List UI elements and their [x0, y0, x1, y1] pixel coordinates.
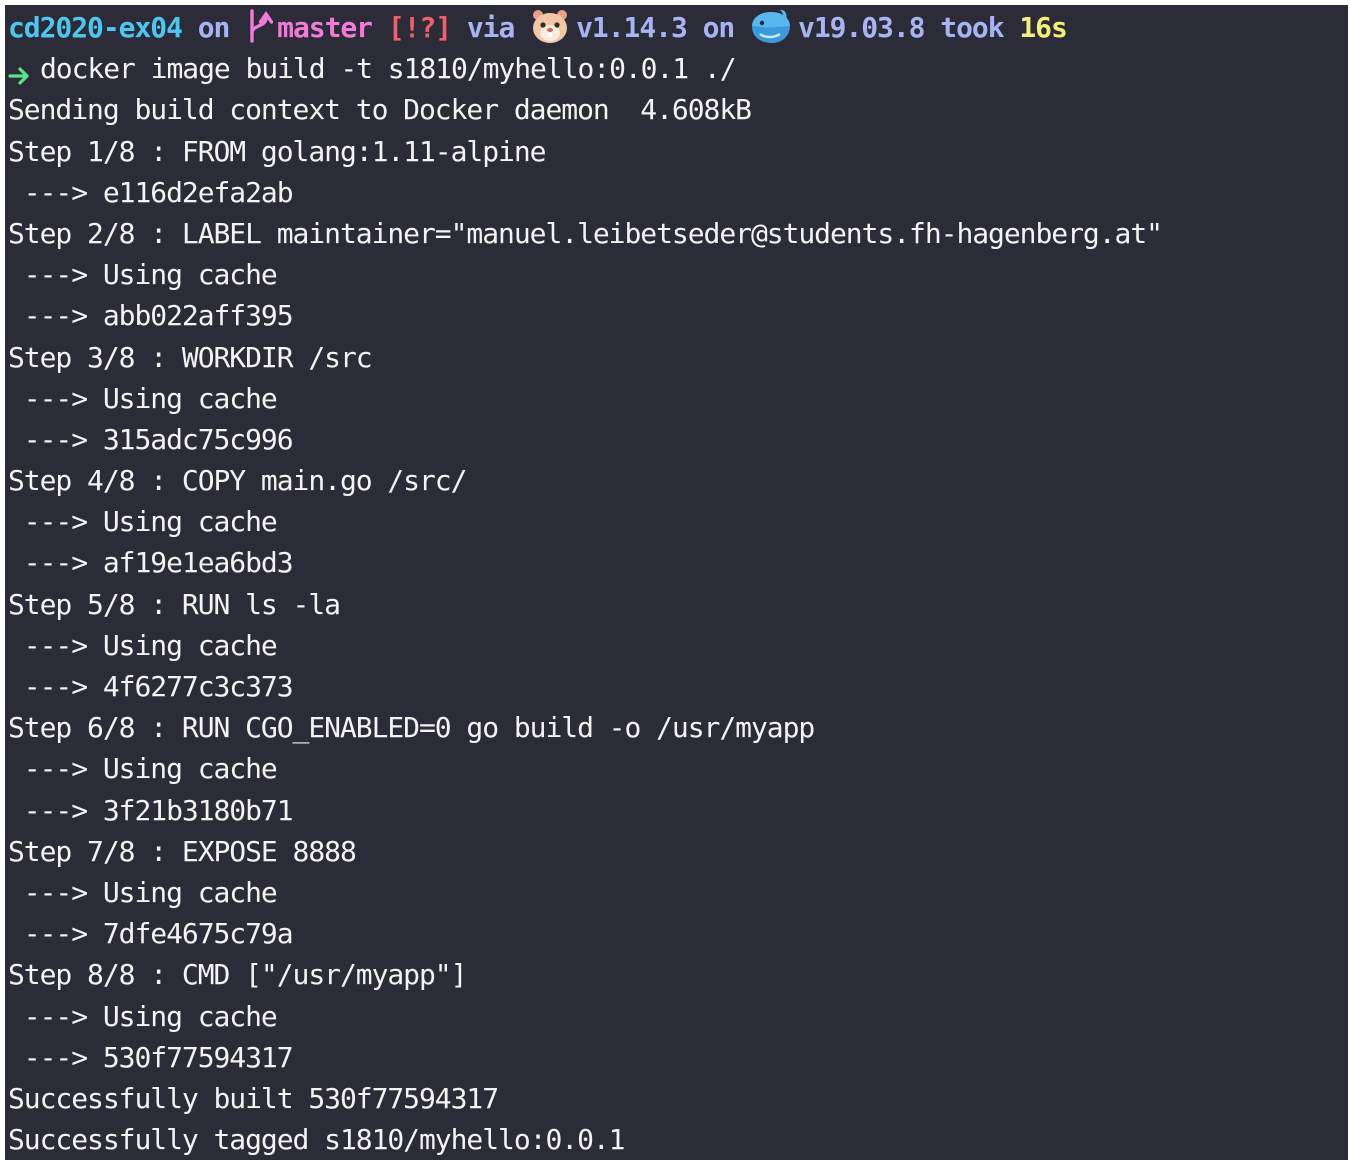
output-line: Step 7/8 : EXPOSE 8888	[8, 834, 357, 868]
output-line: Step 6/8 : RUN CGO_ENABLED=0 go build -o…	[8, 711, 815, 745]
output-line: Step 5/8 : RUN ls -la	[8, 587, 341, 621]
output-line: Successfully tagged s1810/myhello:0.0.1	[8, 1123, 626, 1157]
gopher-icon	[530, 8, 570, 44]
git-branch-icon	[245, 9, 274, 43]
command-line: docker image build -t s1810/myhello:0.0.…	[8, 48, 1162, 89]
output-line: ---> 7dfe4675c79a	[8, 917, 294, 951]
output-line: Step 1/8 : FROM golang:1.11-alpine	[8, 134, 547, 168]
output-line: ---> Using cache	[8, 381, 278, 415]
output-line: ---> Using cache	[8, 505, 278, 539]
output-line: Step 8/8 : CMD ["/usr/myapp"]	[8, 958, 467, 992]
terminal-window[interactable]: cd2020-ex04 on master [!?] via v1.14.3 o…	[5, 5, 1348, 1160]
output-line: Sending build context to Docker daemon 4…	[8, 93, 752, 127]
prompt-on-keyword-2: on	[702, 11, 736, 44]
output-line: ---> af19e1ea6bd3	[8, 546, 294, 580]
output-line: ---> Using cache	[8, 875, 278, 909]
output-line: Step 2/8 : LABEL maintainer="manuel.leib…	[8, 216, 1163, 250]
prompt-duration: 16s	[1019, 11, 1067, 44]
prompt-git-status: [!?]	[387, 11, 452, 44]
prompt-docker-version: v19.03.8	[798, 11, 926, 44]
output-line: ---> 3f21b3180b71	[8, 793, 294, 827]
output-line: Step 4/8 : COPY main.go /src/	[8, 464, 467, 498]
output-line: ---> Using cache	[8, 258, 278, 292]
output-line: ---> Using cache	[8, 752, 278, 786]
command-text: docker image build -t s1810/myhello:0.0.…	[40, 52, 737, 86]
prompt-on-keyword: on	[197, 11, 231, 44]
output-line: Step 3/8 : WORKDIR /src	[8, 340, 373, 374]
output-line: ---> 4f6277c3c373	[8, 670, 294, 703]
prompt-arrow-icon	[8, 57, 30, 85]
output-line: Successfully built 530f77594317	[8, 1081, 499, 1115]
prompt-via-keyword: via	[466, 11, 515, 44]
output-line: ---> Using cache	[8, 628, 278, 662]
output-line: ---> e116d2efa2ab	[8, 175, 294, 209]
prompt-line: cd2020-ex04 on master [!?] via v1.14.3 o…	[8, 7, 1162, 48]
output-line: ---> 530f77594317	[8, 1040, 294, 1074]
docker-whale-icon	[750, 8, 792, 44]
output-line: ---> 315adc75c996	[8, 422, 294, 456]
prompt-branch: master	[277, 11, 373, 44]
prompt-directory: cd2020-ex04	[8, 11, 183, 44]
prompt-took-keyword: took	[940, 11, 1004, 44]
prompt-go-version: v1.14.3	[576, 11, 688, 44]
output-line: ---> Using cache	[8, 999, 278, 1033]
terminal-output: cd2020-ex04 on master [!?] via v1.14.3 o…	[8, 7, 1163, 1160]
output-line: ---> abb022aff395	[8, 299, 294, 333]
